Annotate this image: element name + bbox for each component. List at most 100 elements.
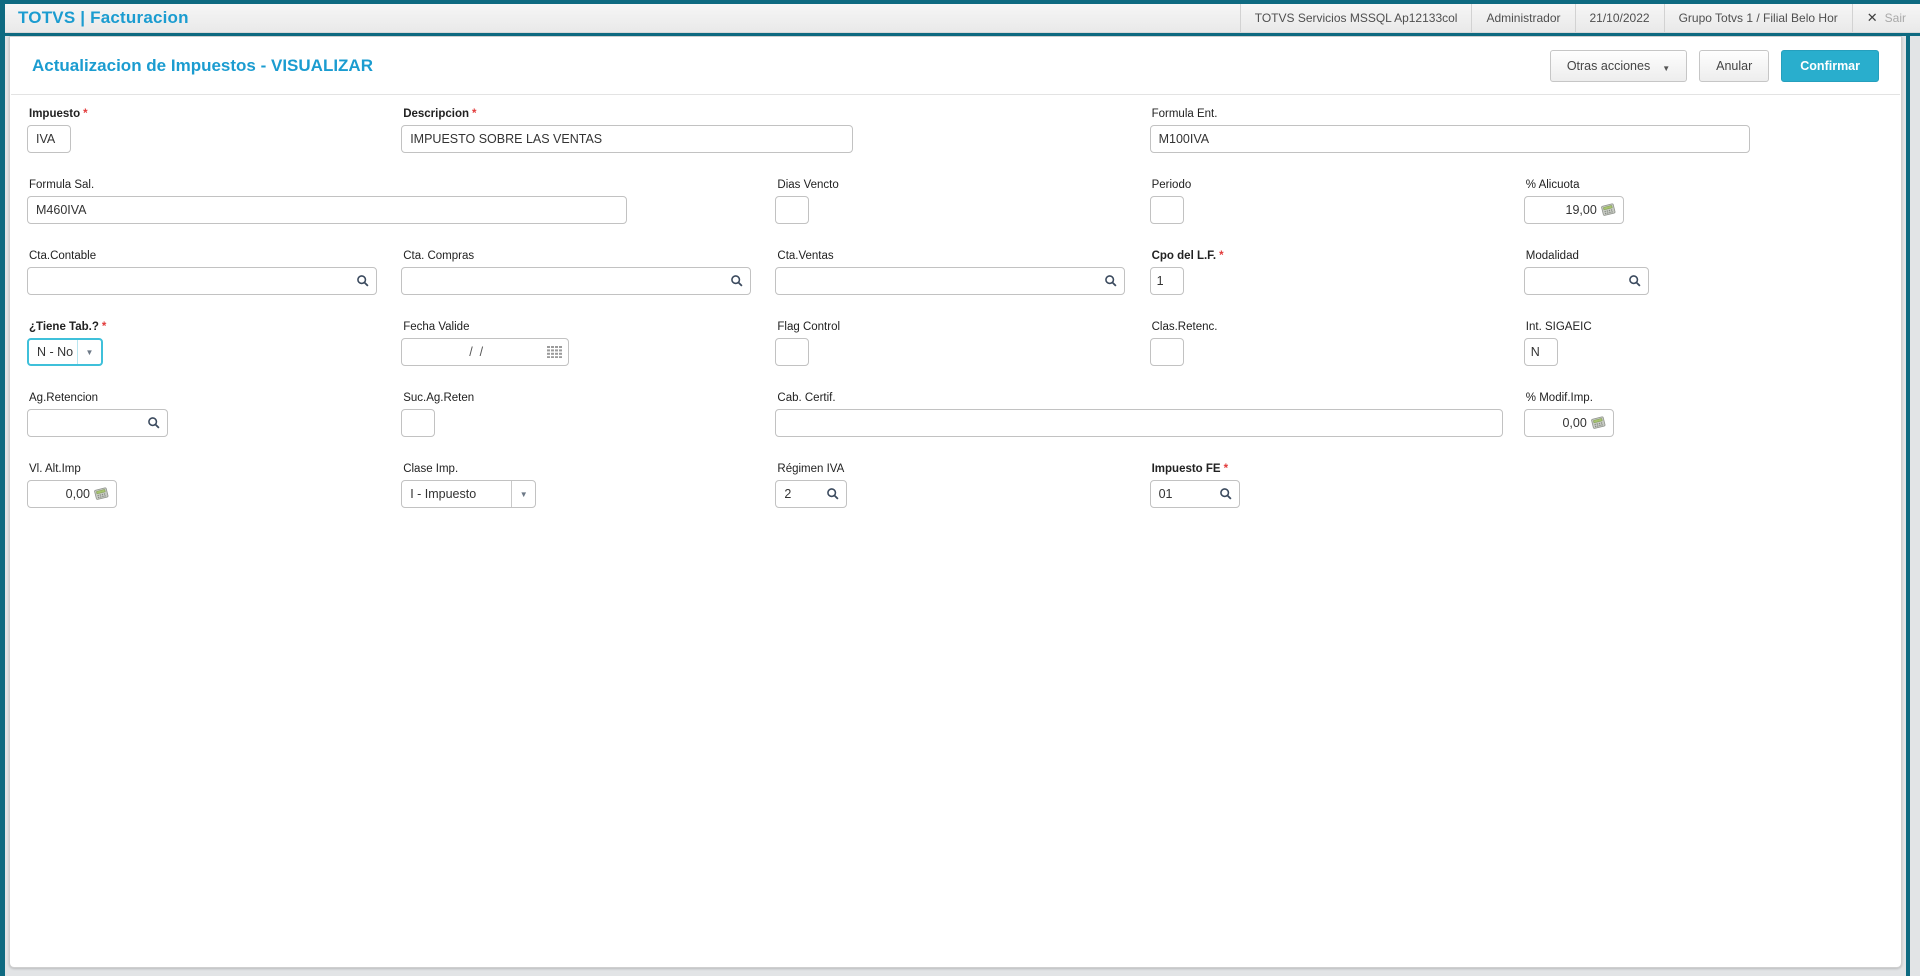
calculator-icon[interactable] — [93, 487, 110, 501]
tax-form: Impuesto* Descripcion* Formula Ent. Form… — [11, 94, 1900, 508]
cta-ventas-input[interactable] — [775, 267, 1126, 295]
field-label: % Alicuota — [1525, 179, 1580, 191]
tiene-tab-select[interactable]: N - No ▼ — [27, 338, 103, 366]
other-actions-button[interactable]: Otras acciones ▼ — [1549, 49, 1688, 82]
branch-info: Grupo Totvs 1 / Filial Belo Hor — [1663, 4, 1852, 32]
field-clas-retenc: Clas.Retenc. — [1149, 321, 1510, 366]
environment-info: TOTVS Servicios MSSQL Ap12133col — [1239, 4, 1472, 32]
required-asterisk: * — [1219, 250, 1224, 262]
field-label: Vl. Alt.Imp — [29, 463, 81, 475]
field-fecha-valide: Fecha Valide — [401, 321, 761, 366]
clase-imp-value: I - Impuesto — [410, 487, 477, 501]
formula-sal-input[interactable] — [27, 196, 627, 224]
field-label: Cab. Certif. — [777, 392, 836, 404]
field-modif-imp: % Modif.Imp. — [1523, 392, 1884, 437]
calculator-icon[interactable] — [1590, 416, 1607, 430]
field-suc-ag-reten: Suc.Ag.Reten — [401, 392, 761, 437]
field-label: Régimen IVA — [777, 463, 845, 475]
cpo-lf-input[interactable] — [1149, 267, 1184, 295]
formula-ent-input[interactable] — [1149, 125, 1750, 153]
field-dias-vencto: Dias Vencto — [775, 179, 1135, 224]
field-label: Impuesto FE * — [1151, 463, 1229, 475]
topbar: TOTVS | Facturacion TOTVS Servicios MSSQ… — [5, 4, 1920, 33]
field-flag-control: Flag Control — [775, 321, 1135, 366]
cta-compras-input[interactable] — [401, 267, 752, 295]
clas-retenc-input[interactable] — [1149, 338, 1184, 366]
search-icon[interactable] — [1628, 274, 1642, 288]
field-periodo: Periodo — [1149, 179, 1510, 224]
field-label: Clas.Retenc. — [1151, 321, 1218, 333]
clase-imp-select[interactable]: I - Impuesto ▼ — [401, 480, 537, 508]
close-icon: ✕ — [1866, 10, 1878, 25]
field-label: Modalidad — [1525, 250, 1579, 262]
field-cpo-lf: Cpo del L.F. * — [1149, 250, 1510, 295]
user-info: Administrador — [1471, 4, 1574, 32]
impuesto-input[interactable] — [27, 125, 71, 153]
calculator-icon[interactable] — [1600, 203, 1617, 217]
exit-label: Sair — [1884, 11, 1906, 25]
window-frame-top — [0, 0, 1920, 4]
descripcion-input[interactable] — [401, 125, 854, 153]
cab-certif-input[interactable] — [775, 409, 1504, 437]
field-regimen-iva: Régimen IVA — [775, 463, 1135, 508]
field-clase-imp: Clase Imp. I - Impuesto ▼ — [401, 463, 761, 508]
required-asterisk: * — [83, 108, 88, 120]
suc-ag-reten-input[interactable] — [401, 409, 436, 437]
search-icon[interactable] — [1104, 274, 1118, 288]
field-cta-ventas: Cta.Ventas — [775, 250, 1135, 295]
app-title: TOTVS | Facturacion — [18, 8, 189, 27]
field-impuesto: Impuesto * — [27, 108, 387, 153]
periodo-input[interactable] — [1149, 196, 1184, 224]
window-frame-left — [0, 0, 5, 976]
chevron-down-icon: ▼ — [511, 481, 535, 507]
exit-button[interactable]: ✕ Sair — [1851, 4, 1920, 32]
chevron-down-icon: ▼ — [77, 340, 101, 364]
cancel-button[interactable]: Anular — [1699, 49, 1770, 82]
field-label: Int. SIGAEIC — [1525, 321, 1592, 333]
window-frame-right — [1906, 36, 1910, 976]
field-cta-compras: Cta. Compras — [401, 250, 761, 295]
required-asterisk: * — [101, 321, 107, 333]
date-info: 21/10/2022 — [1574, 4, 1664, 32]
page-title: Actualizacion de Impuestos - VISUALIZAR — [32, 55, 373, 75]
panel-header: Actualizacion de Impuestos - VISUALIZAR … — [10, 37, 1901, 94]
field-label: Cta.Contable — [29, 250, 97, 262]
required-asterisk: * — [1223, 463, 1229, 475]
calendar-icon[interactable] — [547, 346, 563, 358]
flag-control-input[interactable] — [775, 338, 810, 366]
search-icon[interactable] — [356, 274, 370, 288]
field-vl-alt-imp: Vl. Alt.Imp — [27, 463, 387, 508]
int-sigaeic-input[interactable] — [1523, 338, 1558, 366]
field-label: Formula Ent. — [1151, 108, 1218, 120]
field-label: Descripcion * — [403, 108, 477, 120]
field-formula-sal: Formula Sal. — [27, 179, 761, 224]
fecha-valide-input[interactable] — [401, 338, 570, 366]
field-label: Formula Sal. — [29, 179, 95, 191]
search-icon[interactable] — [826, 487, 840, 501]
field-label: Cta.Ventas — [777, 250, 834, 262]
field-int-sigaeic: Int. SIGAEIC — [1523, 321, 1884, 366]
field-label: Cta. Compras — [403, 250, 475, 262]
tiene-tab-value: N - No — [37, 345, 74, 359]
field-label: Periodo — [1151, 179, 1192, 191]
search-icon[interactable] — [730, 274, 744, 288]
content-panel: Actualizacion de Impuestos - VISUALIZAR … — [9, 36, 1902, 968]
topbar-right: TOTVS Servicios MSSQL Ap12133col Adminis… — [1239, 4, 1920, 32]
app-window: TOTVS | Facturacion TOTVS Servicios MSSQ… — [0, 0, 1920, 976]
field-cta-contable: Cta.Contable — [27, 250, 387, 295]
field-tiene-tab: ¿Tiene Tab.? * N - No ▼ — [27, 321, 387, 366]
dias-vencto-input[interactable] — [775, 196, 810, 224]
field-label: Clase Imp. — [403, 463, 459, 475]
field-cab-certif: Cab. Certif. — [775, 392, 1509, 437]
field-impuesto-fe: Impuesto FE * — [1149, 463, 1510, 508]
search-icon[interactable] — [147, 416, 161, 430]
action-buttons: Otras acciones ▼ Anular Confirmar — [1549, 49, 1879, 82]
field-descripcion: Descripcion * — [401, 108, 1135, 153]
field-modalidad: Modalidad — [1523, 250, 1884, 295]
confirm-button[interactable]: Confirmar — [1781, 49, 1879, 82]
cta-contable-input[interactable] — [27, 267, 377, 295]
required-asterisk: * — [472, 108, 477, 120]
field-ag-retencion: Ag.Retencion — [27, 392, 387, 437]
field-label: % Modif.Imp. — [1525, 392, 1593, 404]
search-icon[interactable] — [1219, 487, 1233, 501]
